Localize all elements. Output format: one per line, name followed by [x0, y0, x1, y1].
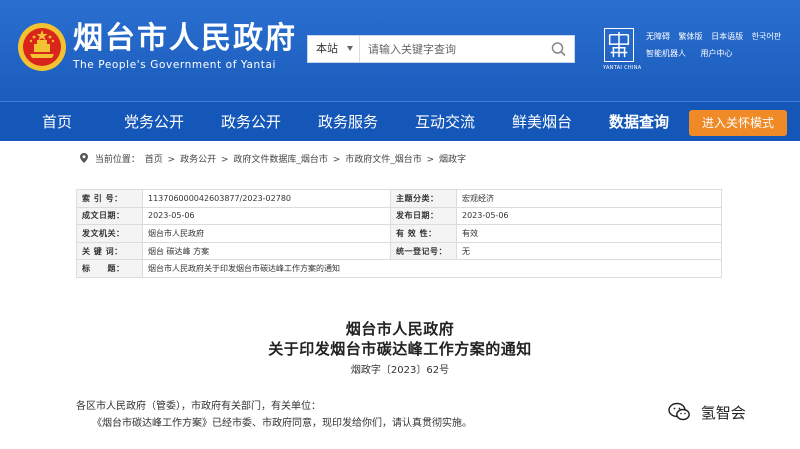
table-row: 发文机关： 烟台市人民政府 有 效 性： 有效	[76, 224, 722, 243]
site-subtitle: The People's Government of Yantai	[73, 59, 277, 71]
value-index-no: 11370600004260387​7/2023-02780	[142, 189, 391, 208]
breadcrumb-prefix: 当前位置：	[94, 155, 140, 165]
link-user-center[interactable]: 用户中心	[701, 48, 733, 59]
nav-party-affairs[interactable]: 党务公开	[124, 102, 184, 142]
nav-yantai[interactable]: 鲜美烟台	[512, 102, 572, 142]
value-registration-no: 无	[456, 241, 722, 261]
national-emblem-icon	[18, 23, 66, 71]
search-scope-select[interactable]: 本站	[308, 36, 360, 62]
value-issuer: 烟台市人民政府	[142, 224, 391, 243]
nav-gov-affairs[interactable]: 政务公开	[221, 102, 281, 142]
label-publish-date: 发布日期：	[390, 206, 457, 226]
china-logo-caption: YANTAI CHINA	[603, 65, 642, 71]
table-row: 标 题： 烟台市人民政府关于印发烟台市碳达峰工作方案的通知	[76, 259, 722, 278]
breadcrumb: 当前位置： 首页 > 政务公开 > 政府文件数据库_烟台市 > 市政府文件_烟台…	[80, 152, 468, 165]
watermark: 氢智会	[668, 402, 746, 423]
document-paragraph-recipients: 各区市人民政府（管委），市政府有关部门，有关单位：	[76, 401, 321, 412]
document-number: 烟政字〔2023〕62号	[350, 365, 450, 376]
document-paragraph-body: 《烟台市碳达峰工作方案》已经市委、市政府同意，现印发给你们，请认真贯彻实施。	[92, 418, 472, 429]
link-traditional[interactable]: 繁体版	[679, 31, 703, 42]
top-links-secondary: 智能机器人 用户中心	[646, 48, 745, 59]
value-keywords: 烟台 碳达峰 方案	[142, 241, 391, 261]
watermark-text: 氢智会	[700, 404, 746, 422]
value-validity: 有效	[456, 224, 722, 243]
breadcrumb-home[interactable]: 首页	[145, 155, 163, 165]
label-title: 标 题：	[76, 259, 143, 278]
label-written-date: 成文日期：	[76, 206, 143, 226]
label-issuer: 发文机关：	[76, 224, 143, 243]
nav-home[interactable]: 首页	[42, 102, 72, 142]
value-written-date: 2023-05-06	[142, 206, 391, 226]
label-index-no: 索 引 号：	[76, 189, 143, 208]
value-publish-date: 2023-05-06	[456, 206, 722, 226]
nav-interaction[interactable]: 互动交流	[415, 102, 475, 142]
search-box: 本站	[307, 35, 575, 63]
yantai-china-logo-icon	[604, 28, 634, 62]
document-org: 烟台市人民政府	[345, 320, 455, 338]
care-mode-button[interactable]: 进入关怀模式	[689, 110, 787, 136]
search-icon[interactable]	[550, 41, 568, 57]
breadcrumb-doc-db[interactable]: 政府文件数据库_烟台市	[233, 155, 328, 165]
breadcrumb-city-docs[interactable]: 市政府文件_烟台市	[345, 155, 422, 165]
breadcrumb-sep: >	[426, 155, 435, 165]
breadcrumb-sep: >	[332, 155, 341, 165]
search-input[interactable]	[368, 36, 543, 62]
top-links: 无障碍 繁体版 日本语版 한국어판	[646, 31, 787, 42]
breadcrumb-sep: >	[220, 155, 229, 165]
wechat-icon	[668, 402, 690, 421]
search-scope-label: 本站	[316, 42, 338, 55]
link-accessibility[interactable]: 无障碍	[646, 31, 670, 42]
document-info-table: 索 引 号： 11370600004260387​7/2023-02780 主题…	[76, 189, 722, 278]
label-registration-no: 统一登记号：	[390, 241, 457, 261]
breadcrumb-sep: >	[167, 155, 176, 165]
document-title: 关于印发烟台市碳达峰工作方案的通知	[268, 340, 532, 358]
value-title: 烟台市人民政府关于印发烟台市碳达峰工作方案的通知	[142, 259, 722, 278]
label-validity: 有 效 性：	[390, 224, 457, 243]
label-topic: 主题分类：	[390, 189, 457, 208]
location-pin-icon	[80, 153, 88, 163]
label-keywords: 关 键 词：	[76, 241, 143, 261]
table-row: 索 引 号： 11370600004260387​7/2023-02780 主题…	[76, 189, 722, 208]
chevron-down-icon	[347, 46, 353, 51]
link-robot[interactable]: 智能机器人	[646, 48, 686, 59]
value-topic: 宏观经济	[456, 189, 722, 208]
main-nav: 首页 党务公开 政务公开 政务服务 互动交流 鲜美烟台 数据查询 进入关怀模式	[0, 101, 800, 141]
table-row: 成文日期： 2023-05-06 发布日期： 2023-05-06	[76, 206, 722, 226]
site-header: 烟台市人民政府 The People's Government of Yanta…	[0, 0, 800, 101]
nav-gov-services[interactable]: 政务服务	[318, 102, 378, 142]
site-title[interactable]: 烟台市人民政府	[73, 22, 297, 56]
breadcrumb-gov-affairs[interactable]: 政务公开	[180, 155, 216, 165]
table-row: 关 键 词： 烟台 碳达峰 方案 统一登记号： 无	[76, 241, 722, 261]
link-korean[interactable]: 한국어판	[752, 31, 781, 42]
nav-data-query[interactable]: 数据查询	[609, 102, 669, 142]
link-japanese[interactable]: 日本语版	[711, 31, 743, 42]
breadcrumb-current[interactable]: 烟政字	[439, 155, 466, 165]
